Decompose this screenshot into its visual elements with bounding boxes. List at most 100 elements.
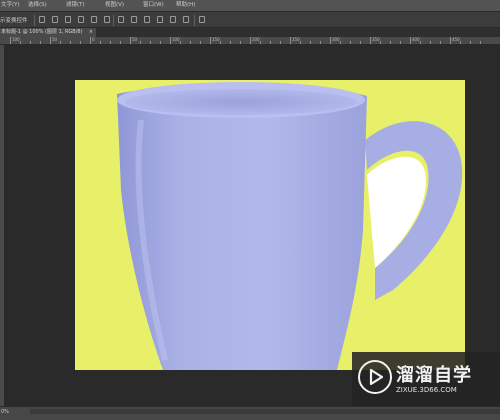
ruler-label: 300 [332, 37, 340, 42]
distribute-vcenter-icon[interactable] [131, 16, 137, 23]
ruler-major-tick [170, 37, 171, 44]
ruler-minor-tick [460, 41, 461, 44]
options-bar: 示变换控件 [0, 11, 500, 28]
ruler-minor-tick [340, 41, 341, 44]
menu-view[interactable]: 视图(V) [105, 0, 124, 11]
ruler-minor-tick [60, 41, 61, 44]
options-separator [34, 15, 35, 26]
ruler-minor-tick [320, 41, 321, 44]
ruler-minor-tick [200, 41, 201, 44]
options-separator [113, 15, 114, 26]
ruler-minor-tick [350, 41, 351, 44]
ruler-minor-tick [110, 41, 111, 44]
ruler-label: 0 [92, 37, 95, 42]
ruler-minor-tick [390, 41, 391, 44]
ruler-minor-tick [40, 41, 41, 44]
ruler-minor-tick [470, 41, 471, 44]
ruler-major-tick [90, 37, 91, 44]
document-tab[interactable]: 未标题-1 @ 100% (图层 1, RGB/8) × [0, 28, 96, 37]
ruler-minor-tick [240, 41, 241, 44]
ruler-major-tick [10, 37, 11, 44]
document-tab-bar: 未标题-1 @ 100% (图层 1, RGB/8) × [0, 28, 500, 37]
options-separator [194, 15, 195, 26]
ruler-label: 250 [292, 37, 300, 42]
ruler-minor-tick [300, 41, 301, 44]
show-transform-controls-label[interactable]: 示变换控件 [0, 16, 28, 24]
ruler-minor-tick [480, 41, 481, 44]
ruler-major-tick [450, 37, 451, 44]
distribute-top-icon[interactable] [118, 16, 124, 23]
watermark-title: 溜溜自学 [396, 365, 472, 386]
ruler-label: 50 [132, 37, 138, 42]
menu-filter[interactable]: 滤镜(T) [66, 0, 85, 11]
ruler-major-tick [210, 37, 211, 44]
watermark-url: ZIXUE.3D66.COM [396, 386, 457, 394]
ruler-minor-tick [440, 41, 441, 44]
ruler-minor-tick [70, 41, 71, 44]
distribute-right-icon[interactable] [183, 16, 189, 23]
ruler-minor-tick [270, 41, 271, 44]
align-vcenter-icon[interactable] [52, 16, 58, 23]
ruler-label: 100 [12, 37, 20, 42]
menu-help[interactable]: 帮助(H) [176, 0, 195, 11]
ruler-minor-tick [150, 41, 151, 44]
zoom-readout[interactable]: 0% [1, 408, 9, 416]
ruler-label: 450 [452, 37, 460, 42]
document-canvas[interactable] [75, 80, 465, 370]
ruler-label: 150 [212, 37, 220, 42]
menu-type[interactable]: 文字(Y) [1, 0, 20, 11]
distribute-hcenter-icon[interactable] [170, 16, 176, 23]
close-icon[interactable]: × [89, 28, 93, 37]
auto-align-icon[interactable] [199, 16, 205, 23]
horizontal-scrollbar[interactable] [30, 409, 500, 414]
ruler-minor-tick [180, 41, 181, 44]
align-right-icon[interactable] [104, 16, 110, 23]
menu-window[interactable]: 窗口(W) [143, 0, 164, 11]
ruler-major-tick [130, 37, 131, 44]
ruler-minor-tick [160, 41, 161, 44]
distribute-left-icon[interactable] [157, 16, 163, 23]
mug-image [117, 82, 463, 370]
ruler-minor-tick [140, 41, 141, 44]
ruler-minor-tick [80, 41, 81, 44]
align-left-icon[interactable] [78, 16, 84, 23]
ruler-major-tick [330, 37, 331, 44]
ruler-minor-tick [310, 41, 311, 44]
ruler-minor-tick [260, 41, 261, 44]
menu-select[interactable]: 选择(S) [28, 0, 47, 11]
ruler-label: 100 [172, 37, 180, 42]
ruler-label: 200 [252, 37, 260, 42]
ruler-major-tick [290, 37, 291, 44]
ruler-minor-tick [30, 41, 31, 44]
ruler-minor-tick [120, 41, 121, 44]
ruler-major-tick [50, 37, 51, 44]
watermark: 溜溜自学 ZIXUE.3D66.COM [352, 352, 500, 406]
status-bar: 0% [0, 406, 500, 420]
ruler-minor-tick [220, 41, 221, 44]
ruler-minor-tick [100, 41, 101, 44]
ruler-minor-tick [20, 41, 21, 44]
distribute-bottom-icon[interactable] [144, 16, 150, 23]
ruler-minor-tick [280, 41, 281, 44]
mug-inner-rim [125, 89, 357, 115]
ruler-label: 50 [52, 37, 58, 42]
ruler-minor-tick [430, 41, 431, 44]
ruler-minor-tick [230, 41, 231, 44]
align-hcenter-icon[interactable] [91, 16, 97, 23]
align-top-icon[interactable] [39, 16, 45, 23]
mug-body [117, 86, 367, 370]
align-bottom-icon[interactable] [65, 16, 71, 23]
ruler-minor-tick [420, 41, 421, 44]
ruler-minor-tick [400, 41, 401, 44]
ruler-minor-tick [190, 41, 191, 44]
document-tab-title: 未标题-1 @ 100% (图层 1, RGB/8) [1, 29, 83, 35]
ruler-minor-tick [380, 41, 381, 44]
ruler-label: 350 [372, 37, 380, 42]
ruler-minor-tick [360, 41, 361, 44]
ruler-major-tick [370, 37, 371, 44]
ruler-label: 400 [412, 37, 420, 42]
horizontal-ruler[interactable]: 100 50 0 50 100 150 200 250 300 350 400 450 [0, 37, 500, 45]
ruler-major-tick [410, 37, 411, 44]
ruler-major-tick [250, 37, 251, 44]
menu-bar: 文字(Y) 选择(S) 滤镜(T) 视图(V) 窗口(W) 帮助(H) [0, 0, 500, 11]
